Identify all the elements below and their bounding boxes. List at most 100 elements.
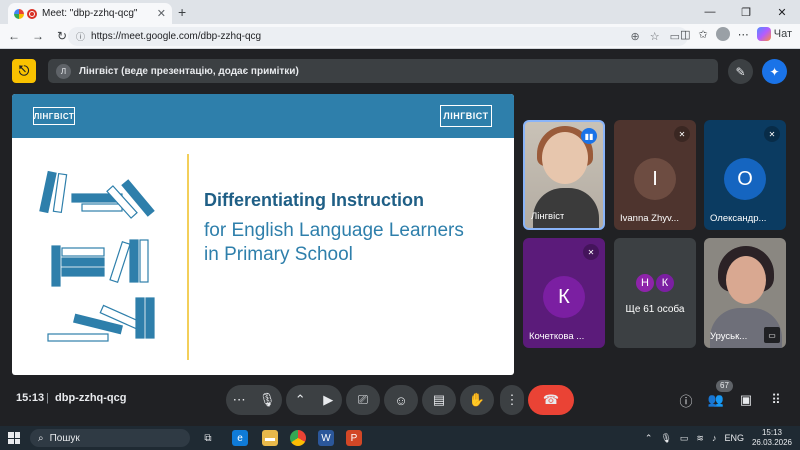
people-icon[interactable]: 👥 <box>706 390 726 410</box>
task-view-icon[interactable]: ⧉ <box>200 430 216 446</box>
emoji-reaction-button[interactable]: ☺ <box>384 385 418 415</box>
mic-control-group: ⋯ 🎙 <box>226 385 282 415</box>
participant-tile[interactable]: К ✕ Кочеткова ... <box>523 238 605 348</box>
camera-control-group: ⌃ ▶ <box>286 385 342 415</box>
participant-tile[interactable]: ▮▮ Лінгвіст <box>523 120 605 230</box>
url-field[interactable]: ⓘ https://meet.google.com/dbp-zzhq-qcg ⊕… <box>68 27 688 46</box>
meeting-time: 15:13 <box>16 392 45 404</box>
annotate-pen-icon[interactable]: ✎ <box>728 59 753 84</box>
gemini-sparkle-icon[interactable]: ✦ <box>762 59 787 84</box>
taskbar-date: 26.03.2026 <box>751 438 792 447</box>
wifi-icon[interactable]: ≋ <box>696 433 704 444</box>
captions-button[interactable]: ▤ <box>422 385 456 415</box>
participant-name: Уруськ... <box>710 331 748 342</box>
more-participants-label: Ще 61 особа <box>625 304 685 315</box>
slide-header-band <box>12 94 514 138</box>
present-icon: ⎚ <box>357 392 369 407</box>
hand-icon: ✋ <box>468 392 486 407</box>
favorites-icon[interactable]: ✩ <box>699 28 708 41</box>
more-participants-tile[interactable]: Н К Ще 61 особа <box>614 238 696 348</box>
presenter-text: Лінгвіст (веде презентацію, додає приміт… <box>79 65 299 77</box>
minimize-button[interactable]: — <box>692 0 728 24</box>
more-menu-icon[interactable]: ⋯ <box>738 28 749 41</box>
file-explorer-icon[interactable]: ▬ <box>262 430 278 446</box>
participant-name: Олександр... <box>710 213 767 224</box>
chrome-icon[interactable] <box>290 430 306 446</box>
taskbar-time: 15:13 <box>761 428 782 437</box>
presenter-avatar: Л <box>56 63 71 79</box>
present-screen-button[interactable]: ⎚ <box>346 385 380 415</box>
mic-off-icon: ✕ <box>583 244 599 260</box>
participant-name: Лінгвіст <box>531 211 565 222</box>
tray-camera-icon[interactable]: ▭ <box>680 433 689 444</box>
browser-tab-bar: Meet: "dbp-zzhq-qcg" ✕ + — ❐ ✕ <box>0 0 800 24</box>
slide-subtitle-line1: for English Language Learners <box>204 220 464 241</box>
emoji-icon: ☺ <box>394 392 408 408</box>
slide-logo-left: ЛІНГВІСТ <box>33 107 75 125</box>
captions-icon: ▤ <box>432 392 446 407</box>
camera-indicator-icon[interactable]: ▭ <box>670 30 680 43</box>
exit-fullscreen-icon[interactable]: ⎋ <box>12 59 36 83</box>
tray-mic-icon[interactable]: 🎙 <box>660 433 671 444</box>
raise-hand-button[interactable]: ✋ <box>460 385 494 415</box>
participant-avatar: Н <box>634 272 656 294</box>
participant-video <box>726 256 766 304</box>
forward-icon[interactable]: → <box>28 29 48 43</box>
mic-icon[interactable]: 🎙 <box>259 392 276 408</box>
split-screen-icon[interactable]: ◫ <box>680 28 690 41</box>
edge-icon[interactable]: e <box>232 430 248 446</box>
slide-divider <box>187 154 189 360</box>
bookmark-star-icon[interactable]: ☆ <box>650 30 660 43</box>
recording-icon <box>27 8 37 19</box>
presenter-bar[interactable]: Л Лінгвіст (веде презентацію, додає прим… <box>48 59 718 83</box>
back-icon[interactable]: ← <box>4 29 24 43</box>
leave-call-button[interactable]: ☎ <box>528 385 574 415</box>
word-icon[interactable]: W <box>318 430 334 446</box>
language-indicator[interactable]: ENG <box>724 433 744 443</box>
taskbar-search[interactable]: ⌕ Пошук <box>30 429 190 447</box>
taskbar-clock[interactable]: 15:13 26.03.2026 <box>752 428 792 448</box>
video-options-icon[interactable]: ⌃ <box>295 392 306 408</box>
browser-tab[interactable]: Meet: "dbp-zzhq-qcg" ✕ <box>8 3 172 24</box>
tab-close-icon[interactable]: ✕ <box>157 7 166 20</box>
participant-avatar: К <box>543 276 585 318</box>
participant-avatar: О <box>724 158 766 200</box>
slide-logo-right: ЛІНГВІСТ <box>440 105 492 127</box>
powerpoint-icon[interactable]: P <box>346 430 362 446</box>
more-options-button[interactable]: ⋮ <box>500 385 524 415</box>
copilot-icon <box>756 27 771 41</box>
site-info-icon[interactable]: ⓘ <box>76 30 85 43</box>
people-count-badge: 67 <box>716 380 733 392</box>
more-vert-icon: ⋮ <box>505 392 519 407</box>
profile-avatar[interactable] <box>715 27 730 41</box>
participant-tile[interactable]: Уруськ... ▭ <box>704 238 786 348</box>
participant-tile[interactable]: I ✕ Ivanna Zhyv... <box>614 120 696 230</box>
copilot-label: Чат <box>773 28 792 40</box>
meeting-info-icon[interactable]: ⓘ <box>676 390 696 410</box>
tab-title: Meet: "dbp-zzhq-qcg" <box>42 8 138 19</box>
camera-icon[interactable]: ▶ <box>323 392 333 408</box>
mic-off-icon: ✕ <box>764 126 780 142</box>
search-label: Пошук <box>49 432 80 444</box>
meet-control-bar: 15:13 | dbp-zzhq-qcg ⋯ 🎙 ⌃ ▶ ⎚ ☺ ▤ ✋ ⋮ ☎… <box>0 380 800 420</box>
audio-options-icon[interactable]: ⋯ <box>233 392 246 408</box>
mic-off-icon: ✕ <box>674 126 690 142</box>
volume-icon[interactable]: ♪ <box>712 433 717 443</box>
copilot-button[interactable]: Чат <box>756 27 792 41</box>
maximize-button[interactable]: ❐ <box>728 0 764 24</box>
search-icon: ⌕ <box>38 432 44 444</box>
windows-start-icon[interactable] <box>8 432 20 444</box>
system-tray: ⌃ 🎙 ▭ ≋ ♪ ENG 15:13 26.03.2026 <box>645 426 792 450</box>
screen-share-icon: ▭ <box>764 327 780 343</box>
install-app-icon[interactable]: ⊕ <box>631 30 640 43</box>
shared-slide: ЛІНГВІСТ ЛІНГВІСТ Differentiating Instru… <box>12 94 514 375</box>
tray-chevron-icon[interactable]: ⌃ <box>645 433 653 444</box>
participant-name: Кочеткова ... <box>529 331 585 342</box>
activities-icon[interactable]: ⠿ <box>766 390 786 410</box>
participant-avatar: К <box>654 272 676 294</box>
new-tab-button[interactable]: + <box>178 4 186 20</box>
close-window-button[interactable]: ✕ <box>764 0 800 24</box>
chat-icon[interactable]: ▣ <box>736 390 756 410</box>
participant-tile[interactable]: О ✕ Олександр... <box>704 120 786 230</box>
separator: | <box>46 392 49 404</box>
